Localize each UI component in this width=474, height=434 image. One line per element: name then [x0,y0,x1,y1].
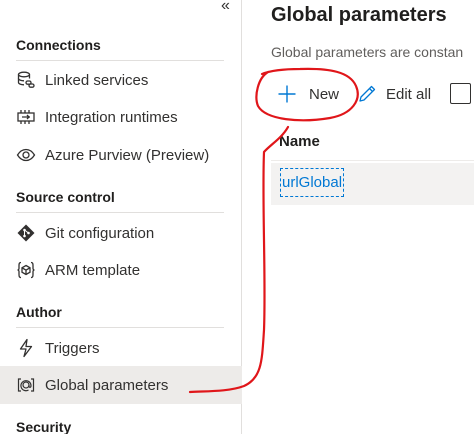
sidebar-item-label: Git configuration [45,224,155,242]
name-column-header[interactable]: Name [279,133,320,150]
plus-icon [277,84,297,104]
arm-template-icon [16,260,36,280]
eye-icon [16,145,36,165]
select-all-checkbox[interactable] [450,83,471,104]
integration-runtimes-icon [16,107,36,127]
lightning-icon [16,338,36,358]
sidebar: « Connections Linked services Integratio… [0,0,242,434]
sidebar-item-linked-services[interactable]: Linked services [0,61,242,99]
global-parameters-icon [16,375,36,395]
sidebar-item-label: Integration runtimes [45,108,178,126]
sidebar-item-label: Linked services [45,71,149,89]
edit-all-button[interactable]: Edit all [357,84,431,104]
sidebar-item-triggers[interactable]: Triggers [0,329,242,367]
section-security: Security [16,419,72,434]
main-panel: Global parameters Global parameters are … [243,0,474,434]
section-connections: Connections [16,37,101,53]
linked-services-icon [16,70,36,90]
parameter-name-link[interactable]: urlGlobal [279,168,345,197]
sidebar-item-label: Global parameters [45,376,169,394]
edit-all-button-label: Edit all [386,85,432,103]
sidebar-item-label: Azure Purview (Preview) [45,146,210,164]
new-button[interactable]: New [277,84,339,104]
divider [16,212,224,213]
collapse-sidebar-icon[interactable]: « [221,0,230,15]
sidebar-item-global-parameters[interactable]: Global parameters [0,366,242,404]
divider [16,327,224,328]
sidebar-item-azure-purview[interactable]: Azure Purview (Preview) [0,136,242,174]
new-button-label: New [309,85,340,103]
git-icon [16,223,36,243]
sidebar-item-label: Triggers [45,339,100,357]
section-author: Author [16,304,62,320]
page-description: Global parameters are constan [271,44,464,60]
sidebar-item-label: ARM template [45,261,141,279]
sidebar-item-arm-template[interactable]: ARM template [0,251,242,289]
sidebar-item-integration-runtimes[interactable]: Integration runtimes [0,98,242,136]
page-title: Global parameters [271,4,447,26]
sidebar-item-git-configuration[interactable]: Git configuration [0,214,242,252]
table-row[interactable]: urlGlobal [271,163,474,205]
pencil-icon [357,84,377,104]
header-divider [271,160,474,161]
section-source-control: Source control [16,189,115,205]
